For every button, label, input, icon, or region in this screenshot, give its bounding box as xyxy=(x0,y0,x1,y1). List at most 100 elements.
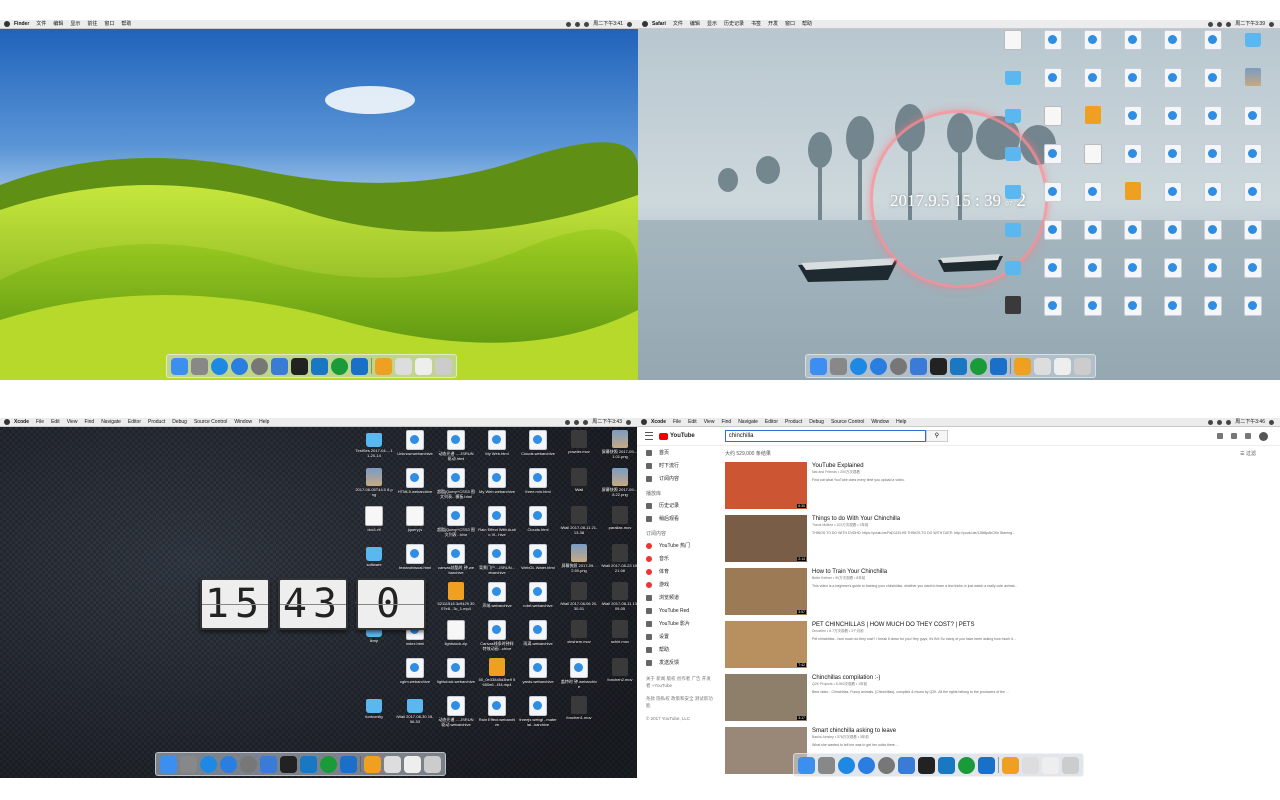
video-result[interactable]: 6:30 YouTube Explained Nat and Friends • 2… xyxy=(725,462,1268,514)
desktop-file-icon[interactable] xyxy=(1034,30,1072,51)
desktop-file-icon[interactable] xyxy=(1034,220,1072,241)
menu-app-name[interactable]: Finder xyxy=(14,20,29,28)
desktop-file-icon[interactable] xyxy=(1114,296,1152,317)
desktop-file-icon[interactable]: 动态光谱 -...JSRUN 驱动.html xyxy=(437,430,475,461)
menu-item[interactable]: 历史记录 xyxy=(724,20,744,28)
hamburger-menu-icon[interactable] xyxy=(645,432,653,440)
desktop-file-icon[interactable] xyxy=(994,68,1032,86)
search-input[interactable]: chinchilla xyxy=(724,430,926,442)
menu-item[interactable]: Product xyxy=(785,418,802,426)
finder-icon[interactable] xyxy=(171,357,188,375)
menu-item[interactable]: Debug xyxy=(172,418,187,426)
battery-icon[interactable] xyxy=(584,21,590,27)
notifications-bell-icon[interactable] xyxy=(1245,433,1251,439)
desktop-file-icon[interactable] xyxy=(1074,258,1112,279)
desktop-file-icon[interactable] xyxy=(1194,296,1232,317)
desktop-file-icon[interactable]: yards.webarchive xyxy=(519,658,557,684)
menu-item[interactable]: 文件 xyxy=(36,20,46,28)
apple-icon[interactable] xyxy=(642,21,648,27)
mp4-file-icon[interactable] xyxy=(1014,357,1031,375)
sidebar-footer-links[interactable]: 条款 隐私权 政策和安全 测试新功能 xyxy=(637,695,713,709)
system-preferences-icon[interactable] xyxy=(251,357,268,375)
trash-icon[interactable] xyxy=(424,755,441,773)
volume-icon[interactable] xyxy=(574,419,580,425)
menu-item[interactable]: File xyxy=(36,418,44,426)
desktop-file-icon[interactable]: My Web.html xyxy=(478,430,516,456)
upload-icon[interactable] xyxy=(1217,433,1223,439)
desktop-file-icon[interactable]: lightslock.zip xyxy=(437,620,475,646)
sidebar-item-trending[interactable]: 时下流行 xyxy=(637,459,713,472)
desktop-file-icon[interactable]: WebGL Water.html xyxy=(519,544,557,570)
desktop-file-icon[interactable]: 屏幕快照 2017-09-...1.01.png xyxy=(601,430,637,459)
desktop-file-icon[interactable]: Clouds.webarchive xyxy=(519,430,557,456)
desktop-file-icon[interactable] xyxy=(1034,144,1072,165)
desktop-file-icon[interactable] xyxy=(1074,182,1112,203)
desktop-file-icon[interactable] xyxy=(994,258,1032,276)
xcode-icon[interactable] xyxy=(898,756,915,774)
desktop-file-icon[interactable]: doc1.rtf xyxy=(355,506,393,532)
desktop-file-icon[interactable] xyxy=(1114,144,1152,165)
desktop-file-icon[interactable]: 背景门户...JSRUN...ebarchive xyxy=(478,544,516,575)
green-app-icon[interactable] xyxy=(958,756,975,774)
desktop-file-icon[interactable]: 屏幕快照 2017-09...2.50.png xyxy=(560,544,598,573)
green-app-icon[interactable] xyxy=(970,357,987,375)
monitor-icon[interactable] xyxy=(950,357,967,375)
menu-item[interactable]: Navigate xyxy=(738,418,758,426)
desktop-file-icon[interactable] xyxy=(1154,258,1192,279)
finder-icon[interactable] xyxy=(798,756,815,774)
menu-item[interactable]: 帮助 xyxy=(802,20,812,28)
desktop-file-icon[interactable]: canvas炫酷时 钟.webarchive xyxy=(437,544,475,575)
app-store-icon[interactable] xyxy=(231,357,248,375)
desktop-file-icon[interactable] xyxy=(1154,144,1192,165)
desktop-file-icon[interactable]: powder.mov xyxy=(560,430,598,454)
mp4-file-icon[interactable] xyxy=(364,755,381,773)
menu-item[interactable]: 帮助 xyxy=(121,20,131,28)
sidebar-item-help[interactable]: 帮助 xyxy=(637,643,713,656)
launchpad-icon[interactable] xyxy=(180,755,197,773)
video-title[interactable]: Chinchillas compilation :-) xyxy=(812,675,1032,681)
green-app-icon[interactable] xyxy=(331,357,348,375)
menu-item[interactable]: Edit xyxy=(51,418,60,426)
desktop-file-icon[interactable]: lightclock.webarchive xyxy=(437,658,475,684)
video-thumbnail[interactable]: 7:42 xyxy=(725,621,807,668)
menu-item[interactable]: 编辑 xyxy=(53,20,63,28)
desktop-file-icon[interactable]: textandvisual.html xyxy=(396,544,434,570)
trash-icon[interactable] xyxy=(1062,756,1079,774)
desktop-file-icon[interactable] xyxy=(1074,220,1112,241)
desktop-file-icon[interactable] xyxy=(1234,106,1272,127)
desktop-file-icon[interactable]: threejs webgl - material...karchive xyxy=(519,696,557,727)
desktop-file-icon[interactable] xyxy=(994,182,1032,200)
menu-item[interactable]: Window xyxy=(234,418,252,426)
desktop-file-icon[interactable] xyxy=(1234,144,1272,165)
desktop-file-icon[interactable]: Clouds.html xyxy=(519,506,557,532)
menu-item[interactable]: Help xyxy=(896,418,906,426)
desktop-file-icon[interactable]: iWall 2017-08-30 15-56-53 xyxy=(396,696,434,724)
video-result[interactable]: 7:42 PET CHINCHILLAS | HOW MUCH DO THEY C… xyxy=(725,621,1268,673)
menu-item[interactable]: Find xyxy=(84,418,94,426)
menu-item[interactable]: Editor xyxy=(765,418,778,426)
desktop-file-icon[interactable] xyxy=(1154,68,1192,89)
monitor-icon[interactable] xyxy=(311,357,328,375)
desktop-file-icon[interactable] xyxy=(1274,68,1280,86)
apple-icon[interactable] xyxy=(4,21,10,27)
desktop-file-icon[interactable] xyxy=(1154,182,1192,203)
mp4-file-icon[interactable] xyxy=(1002,756,1019,774)
avatar[interactable] xyxy=(1259,431,1268,441)
desktop-file-icon[interactable] xyxy=(1154,296,1192,317)
desktop-file-icon[interactable]: iWall 2017-08-11 13-09-05 xyxy=(601,582,637,611)
keynote-icon[interactable] xyxy=(340,755,357,773)
monitor-icon[interactable] xyxy=(938,756,955,774)
volume-icon[interactable] xyxy=(1217,21,1223,27)
wifi-icon[interactable] xyxy=(1208,419,1214,425)
xcode-icon[interactable] xyxy=(271,357,288,375)
desktop-file-icon[interactable] xyxy=(1234,220,1272,241)
desktop-file-icon[interactable] xyxy=(1114,182,1152,201)
desktop-file-icon[interactable]: Rain Effect.webarchive xyxy=(478,696,516,727)
desktop-file-icon[interactable] xyxy=(1034,182,1072,203)
wifi-icon[interactable] xyxy=(566,21,572,27)
desktop-file-icon[interactable] xyxy=(1234,68,1272,87)
apple-icon[interactable] xyxy=(4,419,10,425)
menu-item[interactable]: Source Control xyxy=(831,418,864,426)
documents-stack-icon[interactable] xyxy=(395,357,412,375)
sidebar-footer-links[interactable]: 关于 新闻 版权 创作者 广告 开发者 +YouTube xyxy=(637,675,713,689)
